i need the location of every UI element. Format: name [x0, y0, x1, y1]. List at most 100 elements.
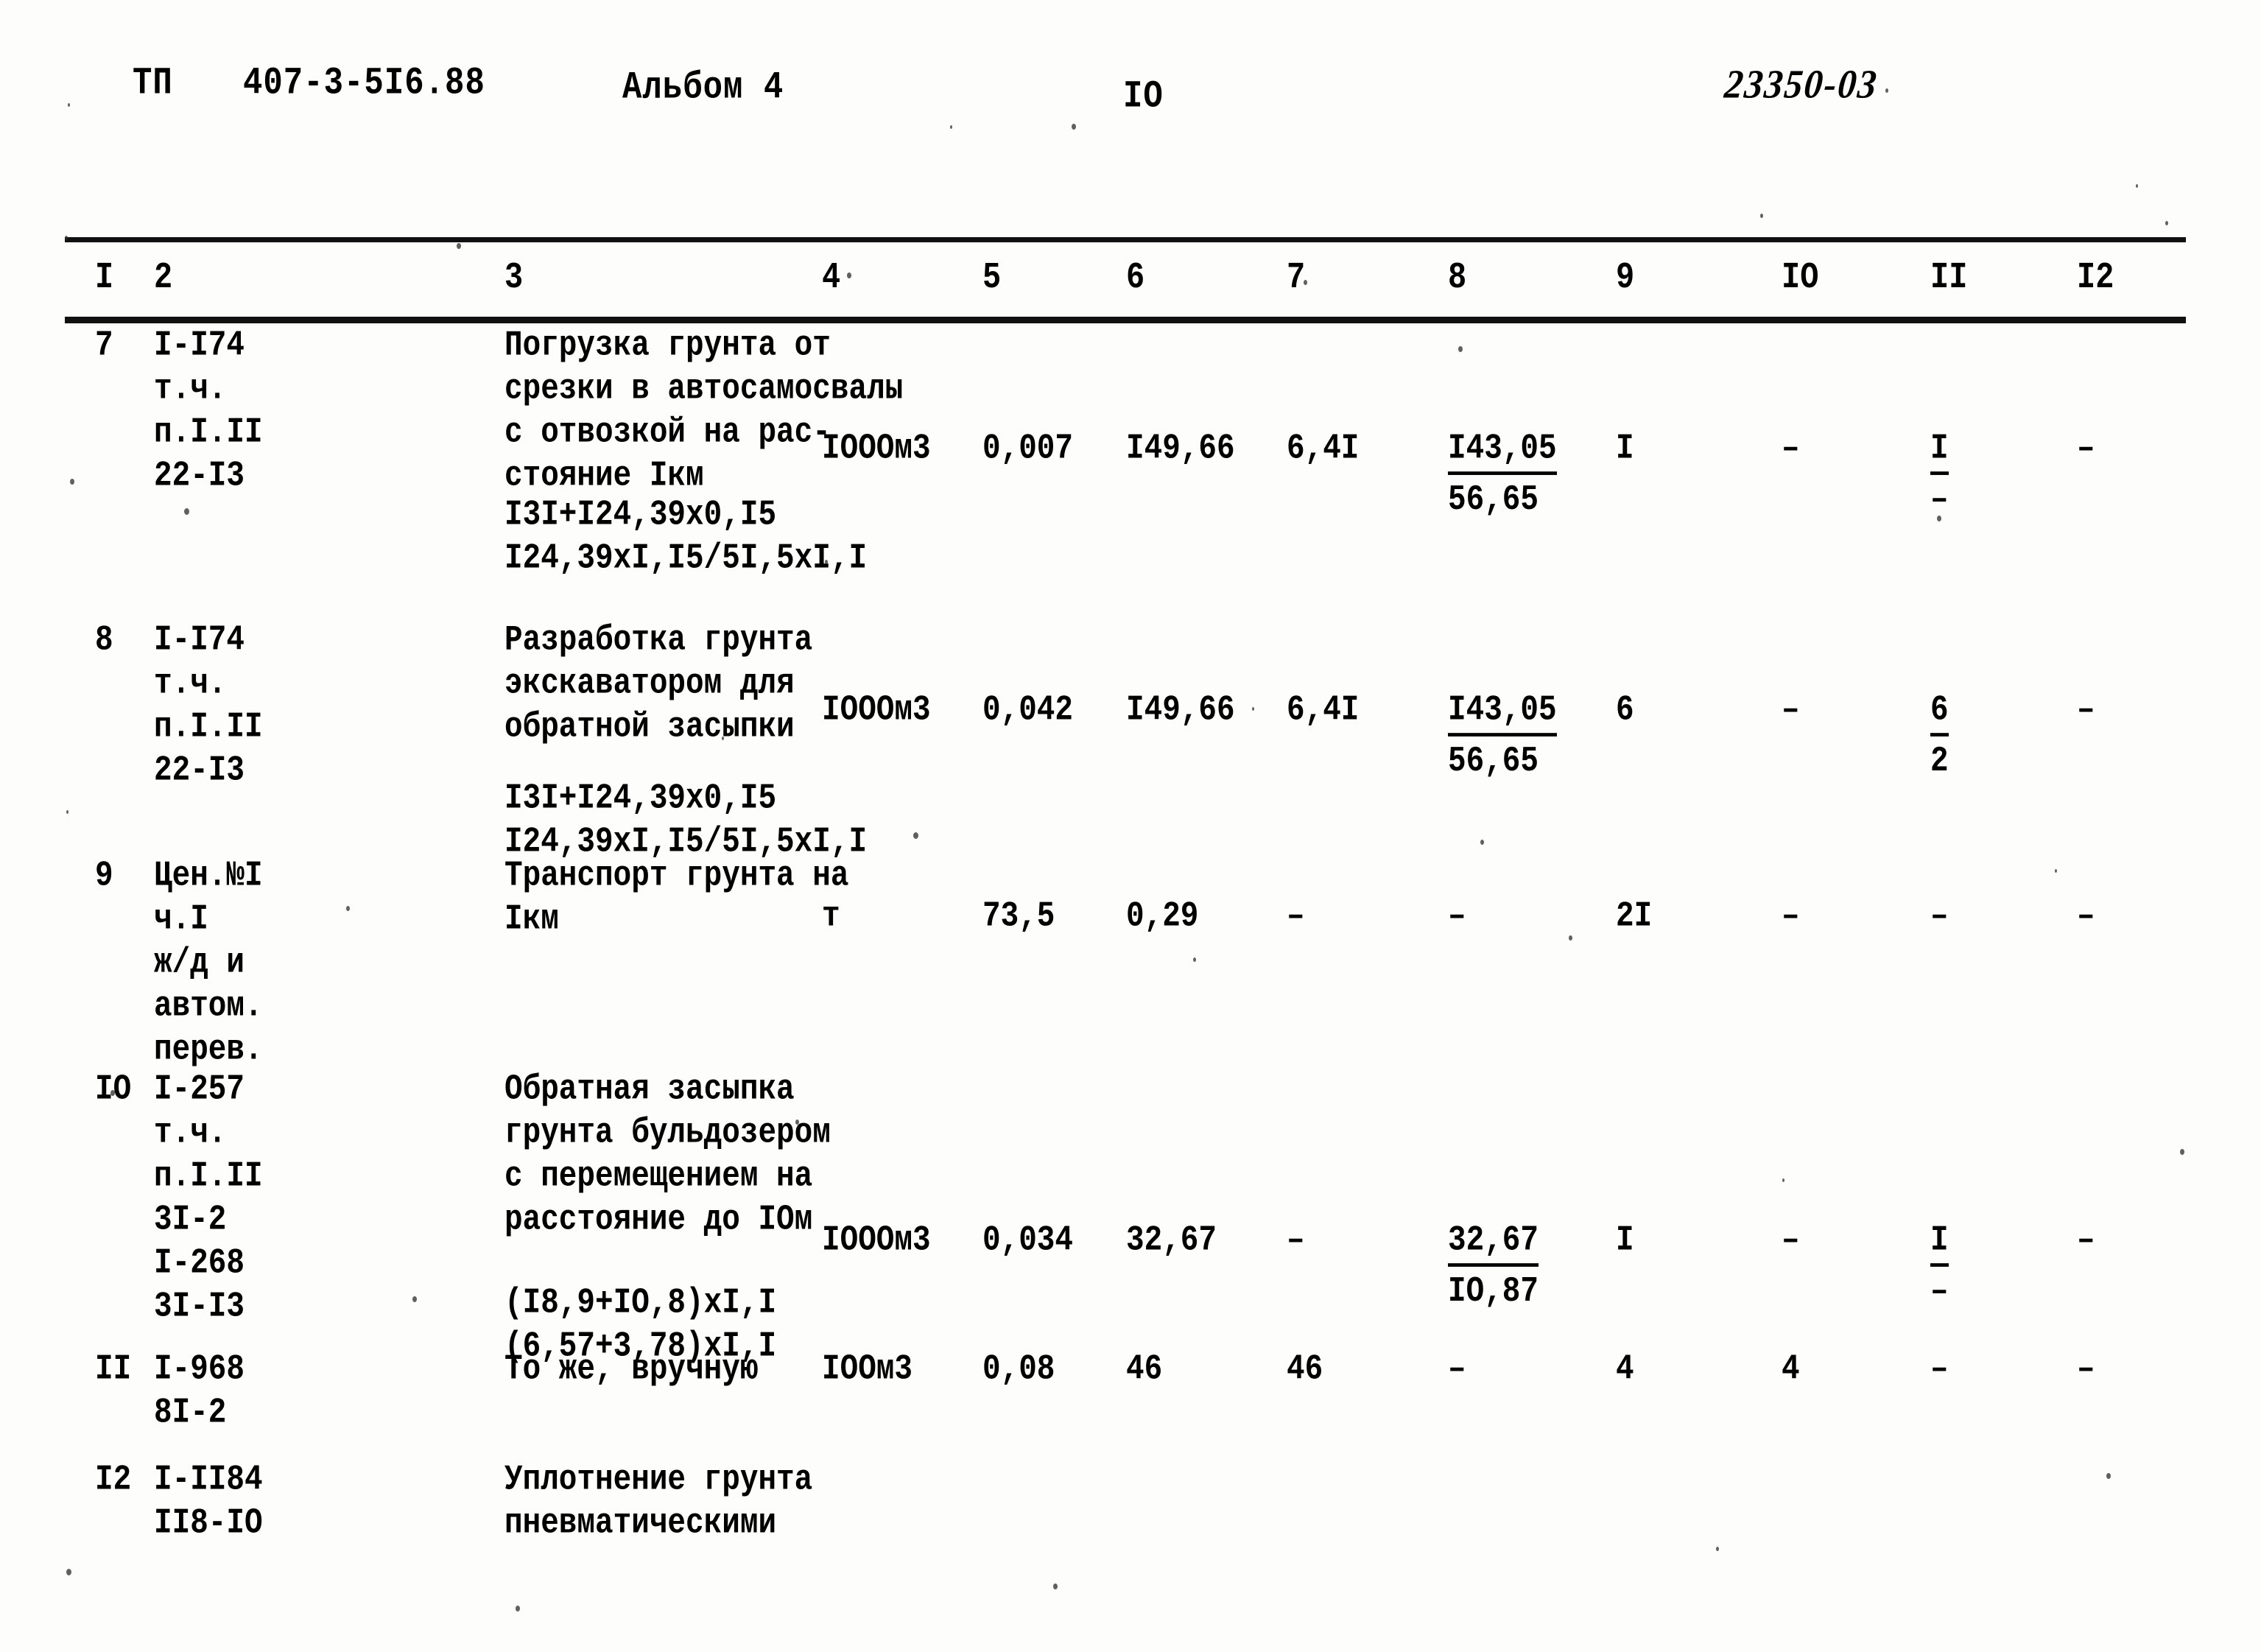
column-header-2: 2 [154, 256, 172, 299]
row-description: Обратная засыпка грунта бульдозером с пере… [504, 1068, 831, 1242]
cell-col8-fraction: 32,67 IO,87 [1448, 1219, 1539, 1314]
scan-speckle [1569, 935, 1572, 941]
cell-col12: – [2077, 427, 2095, 471]
cell-col9: 2I [1616, 895, 1652, 938]
scan-speckle [950, 125, 952, 129]
scan-speckle [1782, 1178, 1784, 1182]
cell-col6: 46 [1126, 1348, 1162, 1391]
cell-col11-fraction: I – [1930, 427, 1949, 522]
cell-col11: – [1930, 1348, 1949, 1391]
cell-col6: 32,67 [1126, 1219, 1217, 1262]
scan-speckle [795, 1120, 799, 1125]
album-label: Альбом 4 [622, 66, 784, 110]
cell-col10: – [1782, 1219, 1800, 1262]
row-formula: I3I+I24,39x0,I5 I24,39xI,I5/5I,5xI,I [504, 777, 867, 864]
column-header-7: 7 [1287, 256, 1305, 299]
cell-col11: – [1930, 895, 1949, 938]
cell-unit: т [822, 895, 840, 938]
column-header-I2: I2 [2077, 256, 2114, 299]
scan-speckle [66, 810, 68, 814]
scan-speckle [1885, 88, 1888, 93]
column-header-I: I [95, 256, 113, 299]
cell-col10: – [1782, 427, 1800, 471]
row-number: II [95, 1348, 131, 1391]
cell-col7: 6,4I [1287, 689, 1359, 732]
cell-col7: – [1287, 895, 1305, 938]
row-description: Транспорт грунта на Iкм [504, 854, 848, 941]
scan-speckle [1072, 124, 1076, 130]
scan-speckle [2180, 1149, 2184, 1155]
scan-speckle [1458, 346, 1463, 352]
scan-speckle [722, 737, 724, 740]
scan-speckle [825, 560, 828, 564]
cell-col11-fraction: I – [1930, 1219, 1949, 1314]
scan-speckle [1053, 1584, 1058, 1589]
row-description: Погрузка грунта от срезки в автосамосвалы… [504, 324, 903, 498]
column-header-8: 8 [1448, 256, 1466, 299]
table-header-rule [65, 317, 2186, 323]
cell-col9: I [1616, 427, 1634, 471]
scan-speckle [2136, 184, 2138, 188]
cell-col12: – [2077, 895, 2095, 938]
column-header-II: II [1930, 256, 1967, 299]
table-top-rule [65, 237, 2186, 242]
cell-col8-fraction: I43,05 56,65 [1448, 689, 1557, 784]
cell-col9: 6 [1616, 689, 1634, 732]
cell-col9: 4 [1616, 1348, 1634, 1391]
cell-col5: 73,5 [982, 895, 1055, 938]
scan-speckle [412, 1296, 417, 1302]
row-number: I2 [95, 1458, 131, 1502]
cell-col5: 0,007 [982, 427, 1073, 471]
row-code: I-257 т.ч. п.I.II 3I-2 I-268 3I-I3 [154, 1068, 263, 1329]
document-header: ТП 407-3-5I6.88 Альбом 4 IO 23350-03 [0, 59, 2261, 125]
column-header-5: 5 [982, 256, 1001, 299]
row-code: I-II84 II8-IO [154, 1458, 263, 1545]
cell-col10: – [1782, 689, 1800, 732]
cell-col10: – [1782, 895, 1800, 938]
cell-col5: 0,08 [982, 1348, 1055, 1391]
scan-speckle [2106, 1473, 2111, 1479]
cell-col8-fraction: I43,05 56,65 [1448, 427, 1557, 522]
row-code: Цен.№I ч.I ж/д и автом. перев. [154, 854, 263, 1072]
scan-speckle [65, 236, 68, 240]
scan-speckle [1304, 280, 1307, 285]
cell-col12: – [2077, 689, 2095, 732]
scanned-page: ТП 407-3-5I6.88 Альбом 4 IO 23350-03 I23… [0, 0, 2261, 1652]
cell-col10: 4 [1782, 1348, 1800, 1391]
column-header-4: 4 [822, 256, 840, 299]
cell-col6: 0,29 [1126, 895, 1198, 938]
cell-col7: – [1287, 1219, 1305, 1262]
scan-speckle [913, 832, 918, 839]
cell-unit: IOOм3 [822, 1348, 913, 1391]
row-description: То же, вручную [504, 1348, 758, 1391]
column-header-9: 9 [1616, 256, 1634, 299]
doc-code-label: 407-3-5I6.88 [243, 62, 485, 105]
scan-speckle [68, 103, 70, 107]
scan-speckle [1716, 1547, 1719, 1551]
cell-col8: – [1448, 1348, 1466, 1391]
scan-speckle [847, 273, 851, 278]
row-description: Уплотнение грунта пневматическими [504, 1458, 812, 1545]
row-number: 9 [95, 854, 113, 898]
scan-speckle [1480, 840, 1484, 845]
scan-speckle [1193, 957, 1196, 962]
scan-speckle [1252, 707, 1254, 711]
cell-col12: – [2077, 1348, 2095, 1391]
column-header-6: 6 [1126, 256, 1144, 299]
handwritten-archive-mark: 23350-03 [1723, 60, 1880, 108]
scan-speckle [516, 1606, 520, 1611]
cell-unit: IOOOм3 [822, 689, 931, 732]
scan-speckle [457, 243, 461, 249]
page-number: IO [1123, 75, 1164, 119]
row-code: I-968 8I-2 [154, 1348, 245, 1435]
row-code: I-I74 т.ч. п.I.II 22-I3 [154, 324, 263, 498]
cell-col7: 46 [1287, 1348, 1323, 1391]
scan-speckle [66, 1569, 71, 1575]
scan-speckle [70, 479, 74, 485]
cell-col6: I49,66 [1126, 689, 1235, 732]
cell-col5: 0,042 [982, 689, 1073, 732]
scan-speckle [1937, 516, 1941, 521]
cell-col8: – [1448, 895, 1466, 938]
cell-unit: IOOOм3 [822, 1219, 931, 1262]
row-formula: I3I+I24,39x0,I5 I24,39xI,I5/5I,5xI,I [504, 493, 867, 580]
